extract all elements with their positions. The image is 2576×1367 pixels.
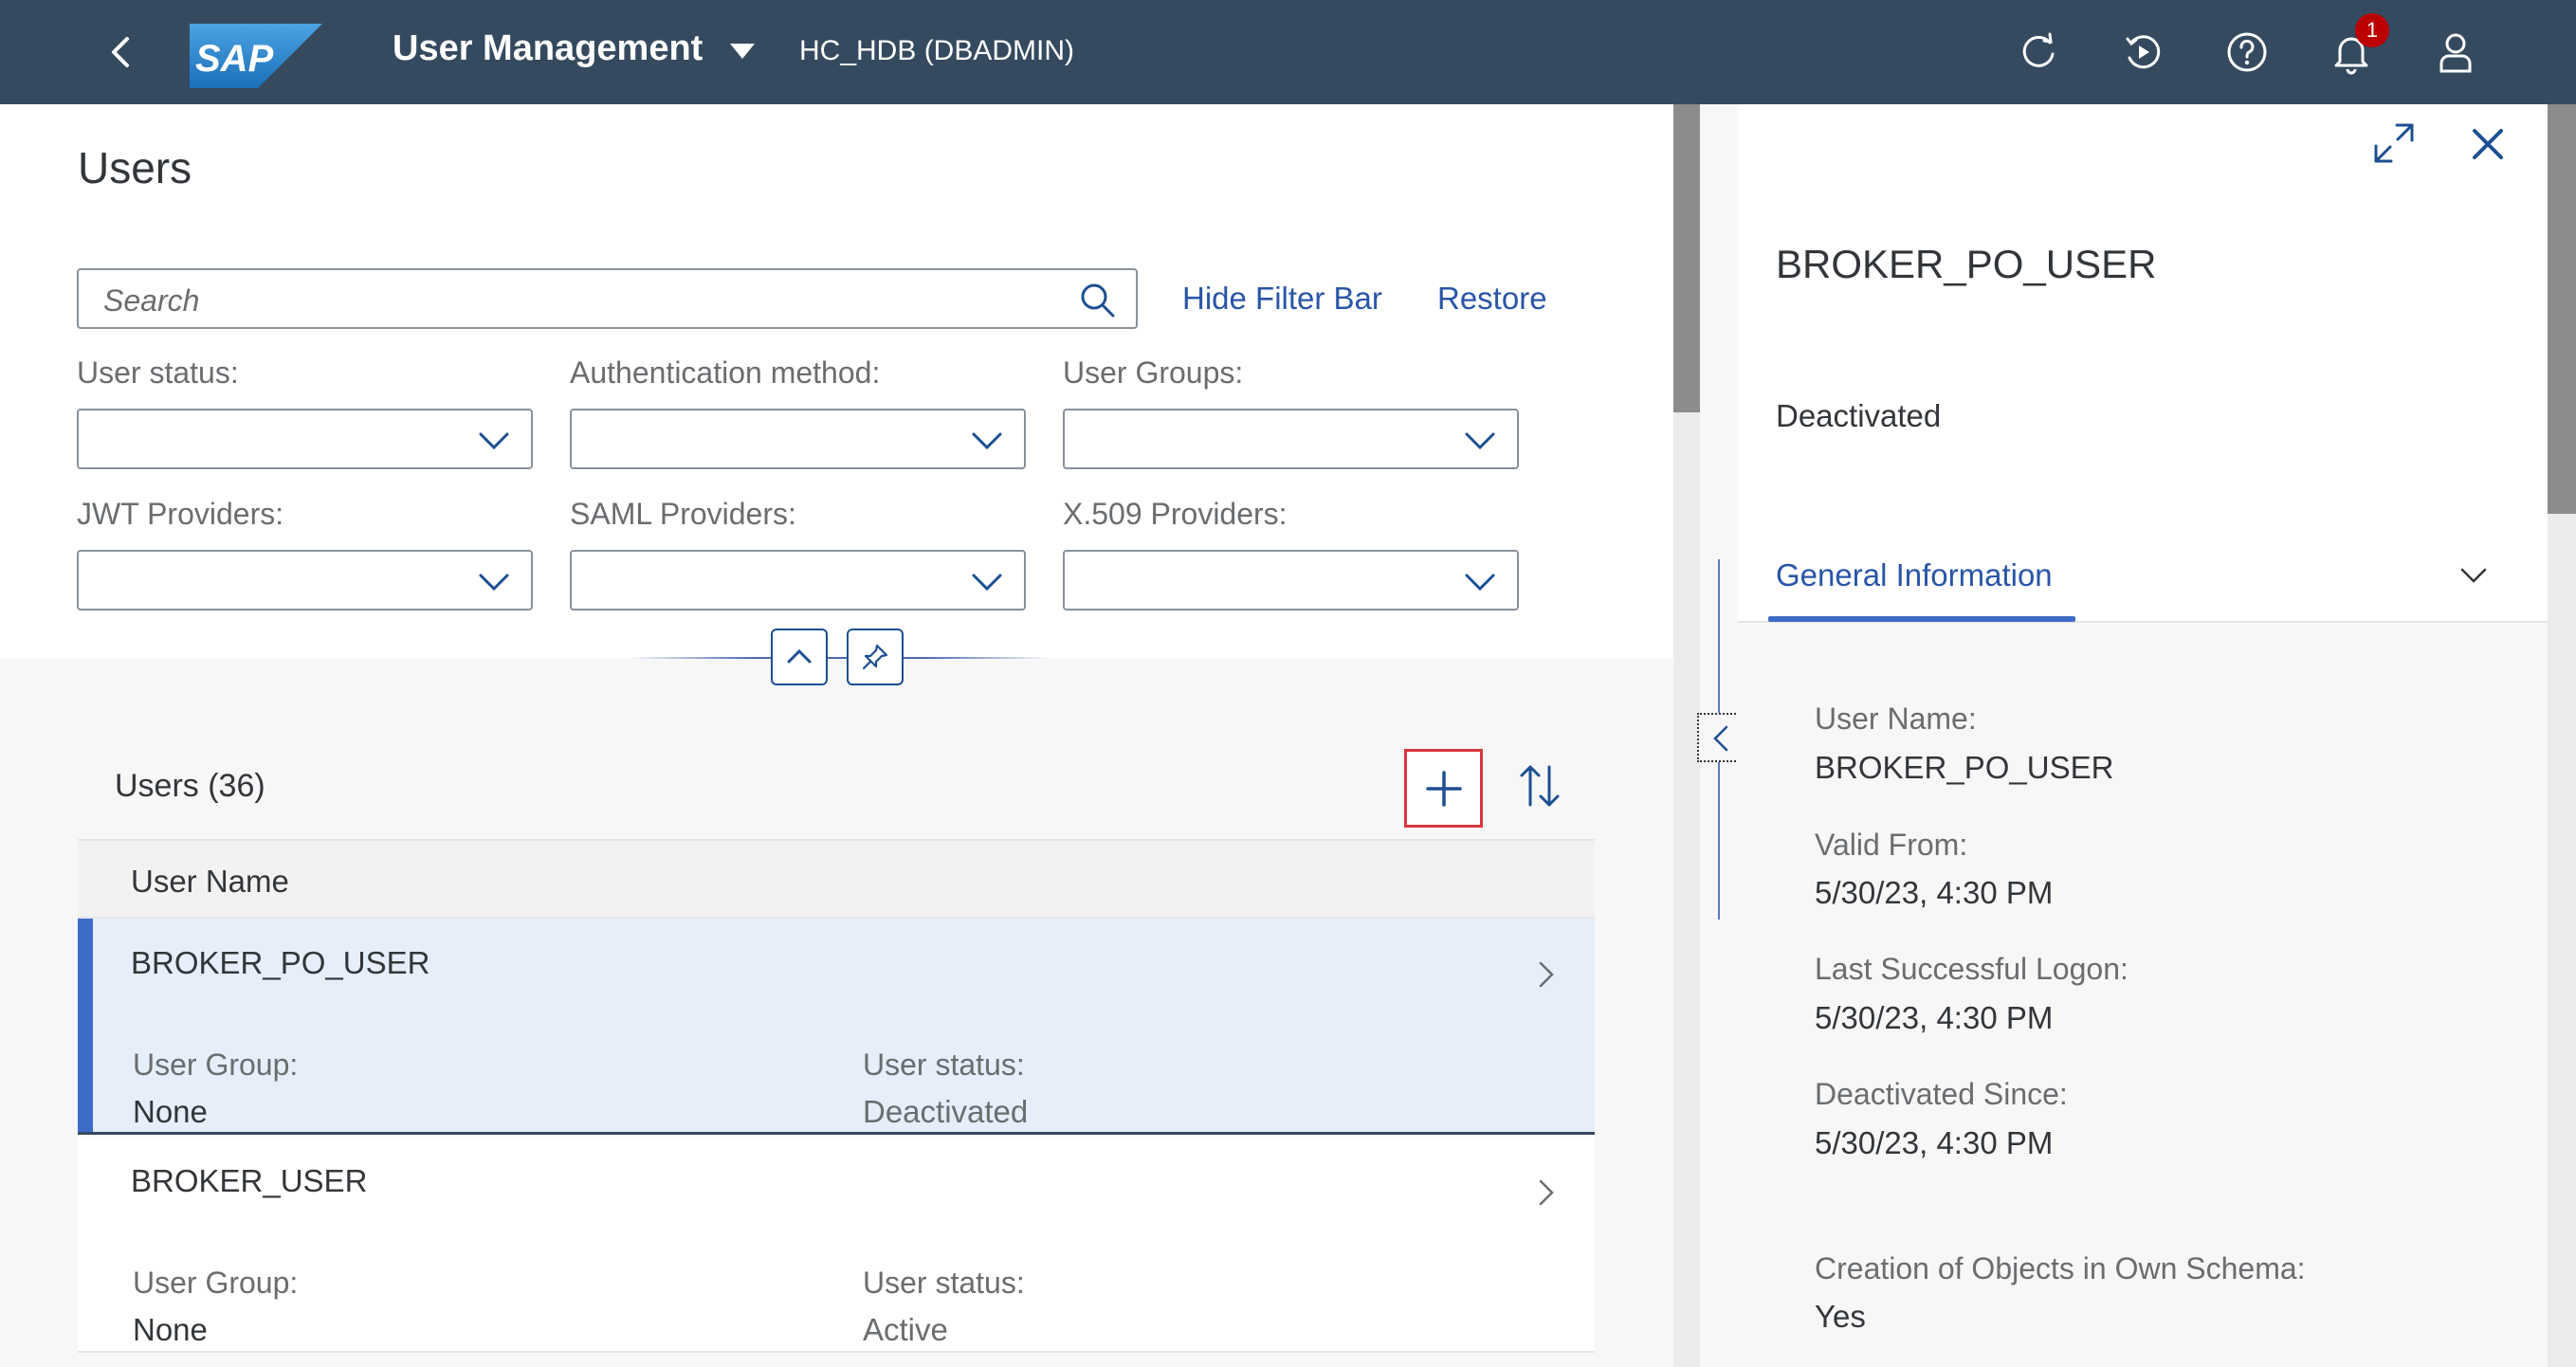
chevron-down-icon: [479, 574, 509, 592]
filter-label-user-groups: User Groups:: [1063, 355, 1244, 390]
filter-label-jwt: JWT Providers:: [77, 497, 284, 531]
row-status-label: User status:: [863, 1048, 1025, 1082]
chevron-left-icon: [1713, 725, 1728, 752]
x509-providers-select[interactable]: [1063, 550, 1519, 611]
detail-scrollbar-thumb[interactable]: [2548, 104, 2576, 514]
page-title: Users: [78, 143, 192, 192]
field-label-deactivated-since: Deactivated Since:: [1815, 1077, 2068, 1111]
field-value-own-schema: Yes: [1815, 1299, 1866, 1334]
selection-indicator: [78, 919, 93, 1132]
restore-link[interactable]: Restore: [1437, 281, 1547, 317]
row-status-value: Active: [863, 1312, 948, 1347]
add-user-button[interactable]: [1404, 749, 1483, 828]
expand-icon[interactable]: [2372, 121, 2416, 165]
chevron-down-icon: [1465, 574, 1495, 592]
jwt-providers-select[interactable]: [77, 550, 533, 611]
search-icon[interactable]: [1079, 282, 1117, 319]
chevron-down-icon: [972, 574, 1002, 592]
row-status-label: User status:: [863, 1266, 1025, 1300]
search-placeholder: Search: [103, 283, 200, 318]
list-scrollbar-thumb[interactable]: [1673, 104, 1700, 412]
plus-icon: [1426, 771, 1462, 807]
app-title[interactable]: User Management: [393, 28, 703, 69]
chevron-right-icon[interactable]: [1536, 1176, 1557, 1209]
table-row[interactable]: BROKER_PO_USER User Group: None User sta…: [78, 919, 1595, 1135]
saml-providers-select[interactable]: [570, 550, 1026, 611]
pin-icon: [862, 644, 888, 670]
field-label-valid-from: Valid From:: [1815, 828, 1968, 862]
filter-label-auth-method: Authentication method:: [570, 355, 881, 390]
chevron-up-icon: [787, 648, 812, 664]
row-status-value: Deactivated: [863, 1094, 1029, 1129]
filter-label-x509: X.509 Providers:: [1063, 497, 1288, 531]
field-value-valid-from: 5/30/23, 4:30 PM: [1815, 875, 2054, 910]
filter-label-user-status: User status:: [77, 355, 239, 390]
field-value-deactivated-since: 5/30/23, 4:30 PM: [1815, 1125, 2054, 1160]
field-value-last-logon: 5/30/23, 4:30 PM: [1815, 1000, 2054, 1035]
field-value-user-name: BROKER_PO_USER: [1815, 750, 2114, 785]
detail-title: BROKER_PO_USER: [1776, 242, 2157, 286]
notification-badge[interactable]: 1: [2355, 13, 2389, 47]
sap-logo-text: SAP: [195, 38, 274, 80]
row-group-label: User Group:: [133, 1048, 299, 1082]
column-header-user-name[interactable]: User Name: [78, 839, 1595, 919]
field-label-own-schema: Creation of Objects in Own Schema:: [1815, 1251, 2306, 1285]
search-input[interactable]: Search: [77, 268, 1138, 329]
sort-icon[interactable]: [1517, 761, 1562, 811]
chevron-down-icon: [479, 432, 509, 450]
row-group-label: User Group:: [133, 1266, 299, 1300]
table-title: Users (36): [115, 768, 265, 804]
chevron-down-icon[interactable]: [2459, 565, 2488, 586]
row-group-value: None: [133, 1094, 208, 1129]
tab-selected-indicator: [1768, 616, 2075, 622]
user-status-select[interactable]: [77, 409, 533, 469]
back-icon[interactable]: [102, 33, 140, 71]
sap-logo[interactable]: SAP: [190, 24, 322, 88]
app-menu-caret-icon[interactable]: [730, 44, 755, 59]
chevron-right-icon[interactable]: [1536, 958, 1557, 991]
user-groups-select[interactable]: [1063, 409, 1519, 469]
header-divider: [626, 657, 1052, 659]
list-report: Users Search Hide Filter Bar Restore Use…: [0, 104, 1673, 1367]
filter-header: Users Search Hide Filter Bar Restore Use…: [0, 104, 1673, 659]
chevron-down-icon: [972, 432, 1002, 450]
pin-header-button[interactable]: [847, 629, 904, 685]
table-row[interactable]: BROKER_USER User Group: None User status…: [78, 1137, 1595, 1353]
field-label-last-logon: Last Successful Logon:: [1815, 952, 2128, 986]
user-icon[interactable]: [2433, 29, 2478, 75]
replay-icon[interactable]: [2120, 29, 2165, 75]
filter-label-saml: SAML Providers:: [570, 497, 796, 531]
detail-header: [1738, 104, 2548, 621]
row-group-value: None: [133, 1312, 208, 1347]
refresh-icon[interactable]: [2016, 29, 2061, 75]
row-user-name: BROKER_USER: [131, 1163, 368, 1198]
shell-bar: SAP User Management HC_HDB (DBADMIN) 1: [0, 0, 2576, 104]
collapse-header-button[interactable]: [771, 629, 828, 685]
row-user-name: BROKER_PO_USER: [131, 945, 430, 980]
help-icon[interactable]: [2224, 29, 2270, 75]
close-icon[interactable]: [2469, 125, 2507, 163]
system-label: HC_HDB (DBADMIN): [799, 35, 1075, 66]
hide-filter-bar-link[interactable]: Hide Filter Bar: [1182, 281, 1382, 317]
tab-general-information[interactable]: General Information: [1776, 557, 2053, 593]
chevron-down-icon: [1465, 432, 1495, 450]
detail-status: Deactivated: [1776, 398, 1942, 433]
field-label-user-name: User Name:: [1815, 702, 1977, 736]
auth-method-select[interactable]: [570, 409, 1026, 469]
collapse-detail-button[interactable]: [1697, 713, 1743, 762]
column-header-label: User Name: [131, 864, 289, 899]
